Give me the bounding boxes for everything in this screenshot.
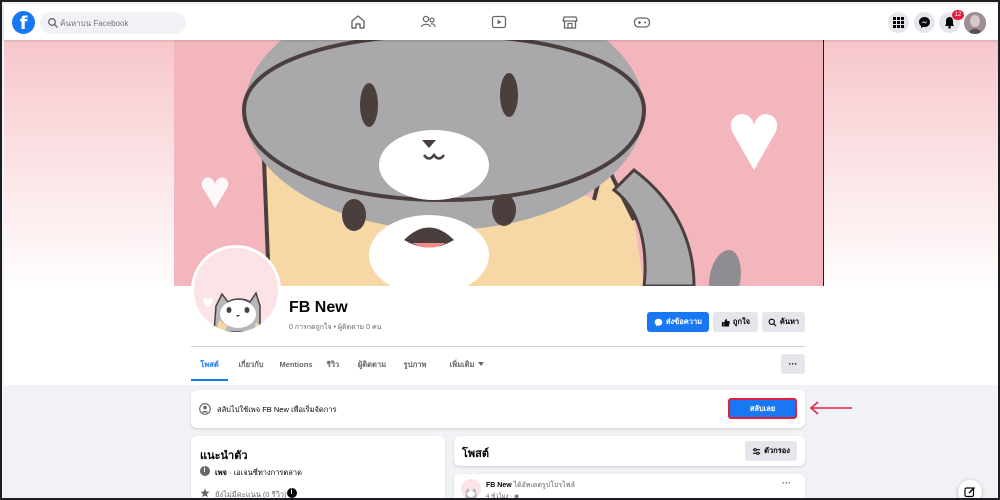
intro-card: แนะนำตัว i เพจ · เอเจนซี่ทางการตลาด ยังไ… <box>191 436 445 499</box>
post-time-label: 4 ชั่วโมง · <box>486 494 514 500</box>
menu-grid-button[interactable] <box>888 12 909 33</box>
intro-title: แนะนำตัว <box>200 450 248 462</box>
header-divider <box>191 346 805 347</box>
switch-profile-banner: สลับไปใช้เพจ FB New เพื่อเริ่มจัดการ สลั… <box>191 390 805 428</box>
new-message-button[interactable] <box>958 480 982 498</box>
screen: f 12 <box>0 0 1000 500</box>
rating-text: ยังไม่มีคะแนน (0 รีวิว) <box>215 490 287 499</box>
post-options-button[interactable]: ··· <box>782 478 791 488</box>
info-icon: i <box>200 466 210 476</box>
messenger-icon <box>654 318 663 326</box>
filter-label: ตัวกรอง <box>764 446 790 455</box>
page-search-label: ค้นหา <box>779 317 800 326</box>
post-card: FB New ได้อัพเดตรูปโปรไฟล์ 4 ชั่วโมง · ◉… <box>454 474 805 500</box>
top-navigation-bar: f 12 <box>4 4 998 40</box>
send-message-label: ส่งข้อความ <box>665 317 703 326</box>
search-input[interactable] <box>60 14 180 32</box>
thumbs-up-icon <box>721 318 730 327</box>
page-name: FB New <box>289 299 348 316</box>
page-stats: 0 การกดถูกใจ • ผู้ติดตาม 0 คน <box>289 324 382 331</box>
like-label: ถูกใจ <box>732 317 751 326</box>
switch-now-label: สลับเลย <box>749 403 776 413</box>
menu-grid-icon <box>893 17 904 28</box>
tab-about[interactable]: เกี่ยวกับ <box>233 348 269 381</box>
notification-count-badge: 12 <box>952 10 964 20</box>
post-author-name[interactable]: FB New <box>486 482 512 489</box>
page-search-button[interactable]: ค้นหา <box>762 312 805 332</box>
page-category: เพจ · เอเจนซี่ทางการตลาด <box>215 467 302 479</box>
ellipsis-label: ··· <box>788 359 798 369</box>
watch-icon[interactable] <box>489 13 509 31</box>
marketplace-icon[interactable] <box>560 13 580 31</box>
tab-posts[interactable]: โพสต์ <box>191 348 228 381</box>
rating-info-icon[interactable]: i <box>287 488 297 498</box>
post-timestamp[interactable]: 4 ชั่วโมง · ◉ <box>486 491 520 500</box>
messenger-button[interactable] <box>914 12 935 33</box>
home-icon[interactable] <box>348 13 368 31</box>
page-tabs: โพสต์ เกี่ยวกับ Mentions รีวิว ผู้ติดตาม… <box>191 348 805 382</box>
compose-icon <box>964 487 975 498</box>
send-message-button[interactable]: ส่งข้อความ <box>647 312 709 332</box>
star-icon <box>200 488 210 498</box>
tab-followers[interactable]: ผู้ติดตาม <box>353 348 391 381</box>
globe-icon: ◉ <box>513 494 520 500</box>
messenger-icon <box>919 17 930 28</box>
filter-button[interactable]: ตัวกรอง <box>745 441 797 461</box>
post-header-line: FB New ได้อัพเดตรูปโปรไฟล์ <box>486 480 575 491</box>
switch-banner-text: สลับไปใช้เพจ FB New เพื่อเริ่มจัดการ <box>217 405 337 414</box>
post-author-photo <box>465 488 477 498</box>
profile-switch-icon <box>199 403 211 415</box>
annotation-arrow-icon <box>809 401 852 415</box>
search-icon <box>48 18 58 28</box>
profile-cat-illustration <box>194 248 278 332</box>
posts-title: โพสต์ <box>462 448 490 460</box>
account-photo <box>964 12 986 34</box>
friends-icon[interactable] <box>418 13 438 31</box>
page-category-label: · เอเจนซี่ทางการตลาด <box>226 468 302 477</box>
more-options-button[interactable]: ··· <box>781 354 805 374</box>
search-box[interactable] <box>40 12 186 34</box>
tab-photos[interactable]: รูปภาพ <box>400 348 430 381</box>
chevron-down-icon[interactable] <box>478 362 484 367</box>
filter-icon <box>752 447 761 455</box>
tab-mentions[interactable]: Mentions <box>277 348 315 381</box>
search-icon <box>768 318 777 326</box>
switch-now-button[interactable]: สลับเลย <box>728 398 797 419</box>
cover-photo[interactable] <box>174 40 824 286</box>
gaming-icon[interactable] <box>632 13 652 31</box>
post-author-avatar[interactable] <box>461 479 481 498</box>
facebook-logo-icon[interactable]: f <box>12 11 35 34</box>
tab-more[interactable]: เพิ่มเติม <box>446 348 478 381</box>
post-action-text: ได้อัพเดตรูปโปรไฟล์ <box>511 482 575 489</box>
like-button[interactable]: ถูกใจ <box>713 312 758 332</box>
profile-picture[interactable] <box>191 245 281 335</box>
cover-cat-illustration <box>174 40 823 286</box>
account-avatar[interactable] <box>964 12 986 34</box>
page-type-label: เพจ <box>215 468 227 477</box>
posts-header-card: โพสต์ ตัวกรอง <box>454 436 805 466</box>
tab-reviews[interactable]: รีวิว <box>322 348 344 381</box>
